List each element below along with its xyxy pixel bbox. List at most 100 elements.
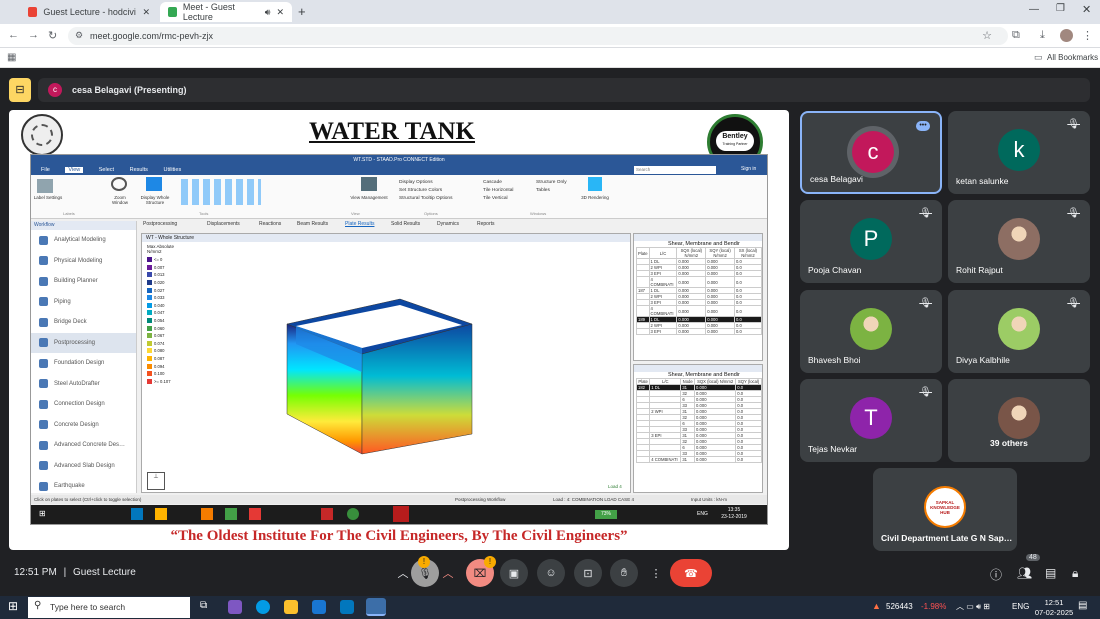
download-icon[interactable]: ⤓ [1040, 29, 1045, 42]
chat-icon[interactable]: ▤ [1045, 566, 1056, 580]
tab-meet[interactable]: Meet - Guest Lecture 🔊︎ ✕ [160, 2, 292, 22]
task-view-icon[interactable]: ⧉ [200, 600, 207, 611]
all-bookmarks-link[interactable]: All Bookmarks [1047, 53, 1098, 62]
participant-tile[interactable]: k ketan salunke 🎙︎ [948, 111, 1090, 194]
set-structure-colors-button[interactable]: Set Structure Colors [399, 187, 453, 195]
workflow-item[interactable]: Steel AutoDrafter [31, 374, 136, 395]
tab-reactions[interactable]: Reactions [259, 221, 281, 227]
taskbar-clock[interactable]: 12:51 [1036, 598, 1072, 607]
view-tools-icons[interactable] [181, 179, 261, 205]
taskbar-search[interactable]: ⚲ Type here to search [28, 597, 190, 618]
workflow-item[interactable]: Connection Design [31, 394, 136, 415]
system-tray-icons[interactable]: ︿ ▭ 🔊︎ ⊞ [956, 601, 990, 612]
extensions-icon[interactable]: ⧉ [1012, 29, 1020, 42]
reload-icon[interactable]: ↻ [48, 29, 57, 42]
tab-reports[interactable]: Reports [477, 221, 495, 227]
reactions-button[interactable]: ☺ [537, 559, 565, 587]
taskbar-date[interactable]: 07-02-2025 [1032, 608, 1076, 617]
tab-beam-results[interactable]: Beam Results [297, 221, 328, 227]
more-options-button[interactable]: ⋮ [642, 559, 670, 587]
camera-options-chevron[interactable]: ︿ [441, 559, 455, 587]
notifications-icon[interactable]: ▤ [1078, 600, 1087, 611]
store-icon[interactable] [312, 600, 326, 614]
participant-tile[interactable]: Rohit Rajput 🎙︎ [948, 200, 1090, 283]
apps-icon[interactable]: ▦ [7, 52, 16, 63]
close-tab-icon[interactable]: ✕ [142, 7, 150, 18]
whole-structure-view[interactable]: WT - Whole Structure Max Absolute N/mm2 … [141, 233, 631, 493]
participant-tile[interactable]: Divya Kalbhile 🎙︎ [948, 290, 1090, 373]
new-tab-button[interactable]: + [298, 4, 306, 19]
participant-tile[interactable]: c cesa Belagavi ••• [800, 111, 942, 194]
rendering-3d-icon[interactable] [588, 177, 602, 191]
participant-tile[interactable]: P Pooja Chavan 🎙︎ [800, 200, 942, 283]
participant-tile[interactable]: Bhavesh Bhoi 🎙︎ [800, 290, 942, 373]
back-icon[interactable]: ← [8, 29, 19, 41]
tooltip-options-button[interactable]: Structural Tooltip Options [399, 195, 453, 203]
table-row[interactable]: 3 EPI 0.000 0.000 0.0 [636, 328, 762, 335]
plate-stress-table-1[interactable]: Shear, Membrane and Bendir Plate L/C SQX (… [633, 233, 763, 361]
stop-presenting-icon[interactable]: ⊟ [9, 78, 31, 102]
table-row[interactable]: 4 COMBINATI 0.000 0.000 0.0 [636, 305, 762, 317]
bookmark-star-icon[interactable]: ☆ [982, 29, 992, 42]
menu-file[interactable]: File [41, 167, 50, 173]
workflow-item[interactable]: Foundation Design [31, 353, 136, 374]
chrome-icon[interactable] [366, 598, 386, 616]
workflow-item[interactable]: Analytical Modeling [31, 230, 136, 251]
outlook-icon[interactable] [340, 600, 354, 614]
tile-vertical-button[interactable]: Tile Vertical [483, 195, 513, 203]
table-row[interactable]: 4 COMBINATI 31 0.000 0.0 [635, 456, 762, 463]
close-window-button[interactable]: ✕ [1082, 3, 1091, 16]
tab-gmail[interactable]: Guest Lecture - hodcivil@gnsac… ✕ [20, 2, 158, 22]
chrome-menu-icon[interactable]: ⋮ [1082, 29, 1093, 42]
workflow-item[interactable]: Physical Modeling [31, 251, 136, 272]
staad-search[interactable]: Search [634, 166, 716, 174]
view-management-icon[interactable] [361, 177, 377, 191]
tab-plate-results[interactable]: Plate Results [345, 221, 374, 227]
menu-view[interactable]: View [65, 167, 84, 173]
table-row[interactable]: 3 EPI 31 0.000 0.0 [635, 432, 762, 439]
copilot-icon[interactable] [228, 600, 242, 614]
mic-options-chevron[interactable]: ︿ [396, 559, 410, 587]
tables-button[interactable]: Tables [536, 187, 567, 195]
tab-dynamics[interactable]: Dynamics [437, 221, 459, 227]
participant-tile[interactable]: SAPKAL KNOWLEDGE HUB Civil Department La… [873, 468, 1017, 551]
participant-tile[interactable]: T Tejas Nevkar 🎙︎ [800, 379, 942, 462]
host-controls-icon[interactable]: 🔒︎ [1072, 566, 1078, 581]
site-info-icon[interactable]: ⚙ [75, 30, 83, 41]
present-button[interactable]: ⊡ [574, 559, 602, 587]
captions-button[interactable]: ▣ [500, 559, 528, 587]
workflow-item[interactable]: Advanced Concrete Des… [31, 435, 136, 456]
workflow-item[interactable]: Postprocessing [31, 332, 136, 353]
menu-results[interactable]: Results [130, 167, 148, 173]
staad-sign-in[interactable]: Sign in [741, 166, 756, 172]
edge-icon[interactable] [256, 600, 270, 614]
zoom-window-icon[interactable] [111, 177, 127, 191]
close-tab-icon[interactable]: ✕ [276, 7, 284, 18]
language-indicator[interactable]: ENG [1012, 602, 1029, 611]
profile-avatar[interactable] [1060, 29, 1073, 42]
workflow-item[interactable]: Advanced Slab Design [31, 456, 136, 477]
tab-displacements[interactable]: Displacements [207, 221, 240, 227]
structure-only-button[interactable]: Structure Only [536, 179, 567, 187]
display-whole-structure-icon[interactable] [146, 177, 162, 191]
menu-utilities[interactable]: Utilities [163, 167, 181, 173]
table-row[interactable]: 182 1 DL 31 0.000 0.0 [635, 384, 762, 391]
table-row[interactable]: 2 WPI 31 0.000 0.0 [635, 408, 762, 415]
workflow-item[interactable]: Piping [31, 292, 136, 313]
windows-start-icon[interactable]: ⊞ [8, 599, 18, 613]
tab-postprocessing[interactable]: Postprocessing [143, 221, 177, 227]
workflow-item[interactable]: Earthquake [31, 476, 136, 497]
meeting-details-icon[interactable]: ⓘ [990, 566, 1002, 583]
maximize-button[interactable]: ❐ [1056, 3, 1065, 14]
raise-hand-button[interactable]: ✋︎ [610, 559, 638, 587]
cascade-button[interactable]: Cascade [483, 179, 513, 187]
people-icon[interactable]: 👥︎ [1017, 566, 1032, 580]
workflow-item[interactable]: Building Planner [31, 271, 136, 292]
leave-call-button[interactable]: ☎︎ [670, 559, 712, 587]
workflow-item[interactable]: Bridge Deck [31, 312, 136, 333]
plate-stress-table-2[interactable]: Shear, Membrane and Bendir Plate L/C Node S… [633, 364, 763, 493]
forward-icon[interactable]: → [28, 29, 39, 41]
audio-icon[interactable]: 🔊︎ [265, 7, 271, 18]
tab-solid-results[interactable]: Solid Results [391, 221, 420, 227]
tile-horizontal-button[interactable]: Tile Horizontal [483, 187, 513, 195]
